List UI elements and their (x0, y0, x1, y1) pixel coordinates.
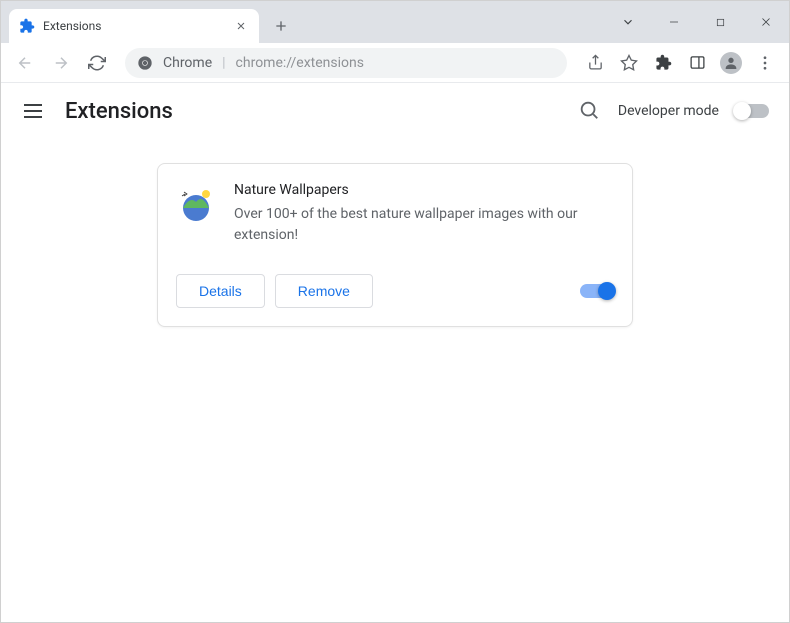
content-area: Nature Wallpapers Over 100+ of the best … (1, 139, 789, 327)
close-window-button[interactable] (743, 7, 789, 37)
tab-search-button[interactable] (605, 7, 651, 37)
extensions-icon[interactable] (647, 47, 679, 79)
extension-name: Nature Wallpapers (234, 182, 614, 198)
browser-window: Extensions (0, 0, 790, 623)
extension-icon (176, 182, 216, 222)
window-controls (605, 1, 789, 43)
page-header: Extensions Developer mode (1, 83, 789, 139)
share-icon[interactable] (579, 47, 611, 79)
remove-button[interactable]: Remove (275, 274, 373, 308)
extension-toggle[interactable] (580, 284, 614, 298)
address-bar[interactable]: Chrome | chrome://extensions (125, 48, 567, 78)
browser-tab[interactable]: Extensions (9, 9, 259, 43)
reload-button[interactable] (81, 47, 113, 79)
close-icon[interactable] (233, 18, 249, 34)
omnibox-scheme: Chrome (163, 55, 212, 71)
dev-mode-toggle[interactable] (735, 104, 769, 118)
hamburger-icon[interactable] (21, 99, 45, 123)
back-button[interactable] (9, 47, 41, 79)
chrome-icon (137, 55, 153, 71)
omnibox-url: chrome://extensions (236, 55, 364, 71)
puzzle-icon (19, 18, 35, 34)
toolbar-actions (579, 47, 781, 79)
minimize-button[interactable] (651, 7, 697, 37)
forward-button[interactable] (45, 47, 77, 79)
omnibox-separator: | (222, 55, 225, 71)
maximize-button[interactable] (697, 7, 743, 37)
search-icon[interactable] (578, 99, 602, 123)
extension-card: Nature Wallpapers Over 100+ of the best … (157, 163, 633, 327)
profile-avatar[interactable] (715, 47, 747, 79)
tab-strip: Extensions (1, 1, 789, 43)
new-tab-button[interactable] (267, 12, 295, 40)
bookmark-icon[interactable] (613, 47, 645, 79)
tab-title: Extensions (43, 19, 225, 33)
details-button[interactable]: Details (176, 274, 265, 308)
page-title: Extensions (65, 99, 173, 124)
menu-icon[interactable] (749, 47, 781, 79)
extension-description: Over 100+ of the best nature wallpaper i… (234, 204, 614, 246)
sidepanel-icon[interactable] (681, 47, 713, 79)
dev-mode-label: Developer mode (618, 103, 719, 119)
toolbar: Chrome | chrome://extensions (1, 43, 789, 83)
